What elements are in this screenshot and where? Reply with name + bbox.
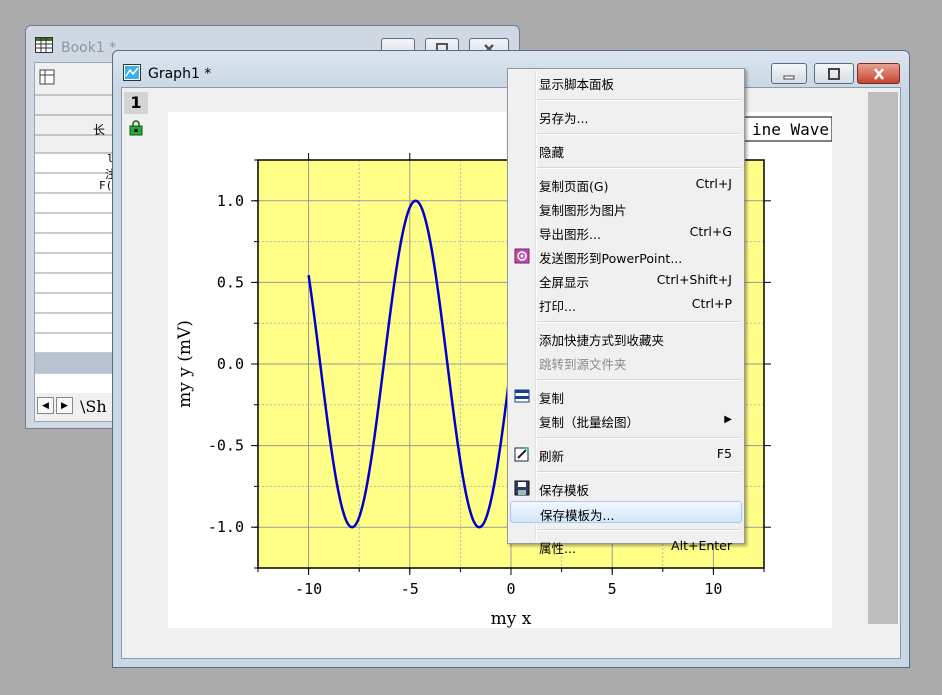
menu-item-7[interactable]: 复制图形为图片 (510, 197, 742, 219)
menu-item-shortcut: Ctrl+Shift+J (656, 272, 732, 287)
menu-item-label: 复制 (539, 391, 565, 406)
x-tick-label: 5 (608, 580, 617, 598)
x-tick-label: 10 (704, 580, 722, 598)
sheet-tab-label: Sh (85, 397, 107, 416)
worksheet-corner-icon (39, 69, 55, 85)
menu-item-label: 刷新 (539, 449, 565, 464)
graph1-title: Graph1 * (148, 66, 212, 82)
context-menu: 显示脚本面板 另存为... 隐藏 复制页面(G) Ctrl+J 复制图形为图片 导出图形..… (507, 68, 745, 556)
menu-item-label: 保存模板为... (540, 508, 615, 523)
y-tick-label: 0.0 (217, 355, 244, 373)
menu-item-10[interactable]: 全屏显示 Ctrl+Shift+J (510, 269, 742, 291)
graph-window-icon (123, 64, 141, 81)
maximize-icon (828, 67, 840, 80)
menu-item-17[interactable]: 复制（批量绘图） ▶ (510, 409, 742, 431)
book1-title: Book1 * (61, 40, 117, 56)
menu-item-label: 添加快捷方式到收藏夹 (539, 333, 665, 348)
refresh-icon (514, 447, 529, 462)
menu-item-21[interactable]: 保存模板 (510, 477, 742, 499)
close-icon (873, 67, 884, 80)
menu-item-8[interactable]: 导出图形... Ctrl+G (510, 221, 742, 243)
menu-separator (537, 133, 741, 135)
y-tick-label: 1.0 (217, 192, 244, 210)
x-axis-title: my x (491, 609, 532, 628)
menu-item-label: 发送图形到PowerPoint... (539, 251, 683, 266)
menu-item-shortcut: Ctrl+J (695, 176, 732, 191)
y-tick-label: -1.0 (208, 518, 244, 536)
menu-item-label: 跳转到源文件夹 (539, 357, 627, 372)
menu-item-0[interactable]: 显示脚本面板 (510, 71, 742, 93)
sheet-next-button[interactable]: ▶ (56, 397, 73, 414)
menu-item-11[interactable]: 打印... Ctrl+P (510, 293, 742, 315)
menu-separator (537, 321, 741, 323)
menu-item-label: 复制图形为图片 (539, 203, 627, 218)
menu-item-6[interactable]: 复制页面(G) Ctrl+J (510, 173, 742, 195)
menu-item-shortcut: Alt+Enter (671, 538, 732, 553)
graph1-maximize-button[interactable] (814, 63, 854, 84)
save-icon (514, 480, 530, 496)
menu-item-label: 导出图形... (539, 227, 601, 242)
menu-item-4[interactable]: 隐藏 (510, 139, 742, 161)
y-axis-title: my y (mV) (175, 320, 195, 408)
x-tick-label: -10 (295, 580, 322, 598)
menu-item-label: 全屏显示 (539, 275, 590, 290)
sheet-prev-button[interactable]: ◀ (37, 397, 54, 414)
duplicate-icon (514, 389, 530, 403)
x-tick-label: -5 (401, 580, 419, 598)
powerpoint-icon (514, 248, 530, 264)
menu-separator (537, 99, 741, 101)
worksheet-grid (35, 63, 121, 393)
menu-item-14: 跳转到源文件夹 (510, 351, 742, 373)
sheet-nav: ◀ ▶ (37, 397, 75, 415)
legend-text: ine Wave (752, 120, 829, 139)
minimize-icon (783, 75, 795, 79)
menu-item-22[interactable]: 保存模板为... (510, 501, 742, 523)
lock-icon[interactable] (128, 120, 144, 136)
menu-item-label: 保存模板 (539, 483, 590, 498)
label-cell-1: 长 (93, 123, 106, 137)
menu-separator (537, 471, 741, 473)
menu-item-2[interactable]: 另存为... (510, 105, 742, 127)
menu-separator (537, 379, 741, 381)
workbook-icon (35, 37, 53, 53)
x-tick-label: 0 (506, 580, 515, 598)
menu-separator (537, 167, 741, 169)
menu-separator (537, 437, 741, 439)
graph1-minimize-button[interactable] (771, 63, 807, 84)
page-scroll-strip[interactable] (868, 92, 898, 624)
sheet-tab[interactable]: \Sh (80, 397, 107, 416)
menu-item-label: 复制（批量绘图） (539, 415, 640, 430)
menu-item-13[interactable]: 添加快捷方式到收藏夹 (510, 327, 742, 349)
menu-item-label: 隐藏 (539, 145, 565, 160)
graph1-close-button[interactable] (857, 63, 900, 84)
menu-item-label: 打印... (539, 299, 576, 314)
menu-item-16[interactable]: 复制 (510, 385, 742, 407)
menu-item-24[interactable]: 属性... Alt+Enter (510, 535, 742, 557)
menu-item-label: 显示脚本面板 (539, 77, 615, 92)
menu-item-shortcut: Ctrl+P (691, 296, 732, 311)
menu-item-9[interactable]: 发送图形到PowerPoint... (510, 245, 742, 267)
label-cell-4: F( (99, 179, 113, 192)
layer-indicator[interactable]: 1 (124, 92, 148, 114)
menu-item-19[interactable]: 刷新 F5 (510, 443, 742, 465)
menu-separator (537, 529, 741, 531)
menu-item-shortcut: F5 (716, 446, 732, 461)
menu-item-shortcut: Ctrl+G (689, 224, 732, 239)
menu-item-label: 复制页面(G) (539, 179, 609, 194)
y-tick-label: 0.5 (217, 273, 244, 291)
menu-item-label: 另存为... (539, 111, 589, 126)
y-tick-label: -0.5 (208, 437, 244, 455)
menu-item-label: 属性... (539, 541, 576, 556)
submenu-arrow-icon: ▶ (724, 414, 732, 425)
